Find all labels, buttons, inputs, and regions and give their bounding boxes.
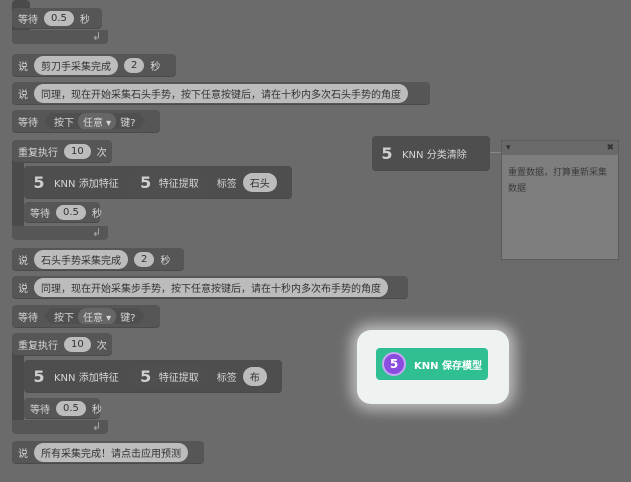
say-seconds-input[interactable]: 2 [124, 57, 145, 73]
note-header[interactable]: ▾ ✖ [502, 141, 618, 155]
block-label: 等待 [18, 117, 38, 129]
tag-label: 标签 [216, 372, 237, 384]
tag-input[interactable]: 布 [242, 366, 267, 386]
repeat-block-1[interactable]: 重复执行 10 次 [12, 140, 112, 162]
say-text-input[interactable]: 所有采集完成！请点击应用预测 [34, 442, 188, 462]
comment-note[interactable]: ▾ ✖ 重置数据，打算重新采集数据 [501, 140, 619, 260]
knn-icon: 5 [382, 352, 406, 376]
knn-clear-block[interactable]: 5 KNN 分类清除 [372, 136, 490, 170]
block-label: KNN 保存模型 [414, 360, 482, 372]
press-label: 按下 [54, 312, 74, 324]
repeat-count-input[interactable]: 10 [64, 336, 91, 352]
feature-icon: 5 [140, 172, 152, 192]
block-label: 说 [18, 255, 28, 267]
block-label: KNN 分类清除 [402, 149, 467, 161]
block-label: 等待 [18, 312, 38, 324]
wait-key-block-1[interactable]: 等待 按下 任意 ▾ 键? [12, 110, 160, 132]
feature-extract-reporter[interactable]: 5 特征提取 [125, 364, 211, 388]
block-unit: 秒 [160, 255, 171, 267]
knn-icon: 5 [381, 143, 393, 163]
loop-arrow-icon: ↲ [92, 30, 102, 43]
block-unit: 秒 [91, 208, 102, 220]
block-label: 说 [18, 283, 28, 295]
wait-value-input[interactable]: 0.5 [56, 204, 86, 220]
say-text-input[interactable]: 同理，现在开始采集石头手势，按下任意按键后，请在十秒内多次石头手势的角度 [34, 83, 408, 103]
block-label: 等待 [18, 14, 38, 26]
block-label: 重复执行 [18, 147, 58, 159]
say-block-scissors-done[interactable]: 说 剪刀手采集完成 2 秒 [12, 54, 176, 76]
say-block-rock-done[interactable]: 说 石头手势采集完成 2 秒 [12, 248, 184, 270]
say-block-cloth-prompt[interactable]: 说 同理，现在开始采集步手势，按下任意按键后，请在十秒内多次布手势的角度 [12, 276, 408, 298]
say-block-rock-prompt[interactable]: 说 同理，现在开始采集石头手势，按下任意按键后，请在十秒内多次石头手势的角度 [12, 82, 430, 104]
wait-block-3[interactable]: 等待 0.5 秒 [24, 398, 102, 418]
wait-block-1[interactable]: 等待 0.5 秒 [12, 8, 102, 28]
knn-icon: 5 [33, 366, 45, 386]
repeat-count-input[interactable]: 10 [64, 143, 91, 159]
key-suffix: 键? [120, 312, 136, 324]
say-text-input[interactable]: 剪刀手采集完成 [34, 55, 118, 75]
block-unit: 秒 [79, 14, 90, 26]
block-unit: 次 [96, 147, 107, 159]
repeat-block-2[interactable]: 重复执行 10 次 [12, 333, 112, 355]
knn-save-model-block[interactable]: 5 KNN 保存模型 [376, 348, 488, 380]
block-label: 说 [18, 448, 28, 460]
close-icon[interactable]: ✖ [606, 143, 614, 153]
feature-label: 特征提取 [158, 178, 199, 190]
wait-block-2[interactable]: 等待 0.5 秒 [24, 202, 102, 222]
say-text-input[interactable]: 石头手势采集完成 [34, 249, 128, 269]
block-label: 说 [18, 61, 28, 73]
knn-add-feature-block-1[interactable]: 5 KNN 添加特征 5 特征提取 标签 石头 [24, 166, 292, 198]
tag-label: 标签 [216, 178, 237, 190]
key-pressed-condition[interactable]: 按下 任意 ▾ 键? [44, 113, 146, 129]
block-label: KNN 添加特征 [54, 372, 119, 384]
block-label: 重复执行 [18, 340, 58, 352]
key-dropdown[interactable]: 任意 ▾ [78, 113, 116, 130]
block-unit: 秒 [91, 404, 102, 416]
block-unit: 秒 [150, 61, 161, 73]
note-text[interactable]: 重置数据，打算重新采集数据 [502, 155, 618, 207]
block-unit: 次 [96, 340, 107, 352]
wait-value-input[interactable]: 0.5 [56, 400, 86, 416]
key-dropdown[interactable]: 任意 ▾ [78, 308, 116, 325]
say-seconds-input[interactable]: 2 [134, 251, 155, 267]
say-text-input[interactable]: 同理，现在开始采集步手势，按下任意按键后，请在十秒内多次布手势的角度 [34, 277, 388, 297]
wait-value-input[interactable]: 0.5 [44, 10, 74, 26]
block-label: KNN 添加特征 [54, 178, 119, 190]
block-label: 等待 [30, 404, 50, 416]
feature-icon: 5 [140, 366, 152, 386]
loop-arrow-icon: ↲ [92, 420, 102, 433]
key-suffix: 键? [120, 117, 136, 129]
knn-icon: 5 [33, 172, 45, 192]
collapse-icon[interactable]: ▾ [506, 143, 511, 153]
loop-arrow-icon: ↲ [92, 226, 102, 239]
tag-input[interactable]: 石头 [242, 172, 277, 192]
feature-extract-reporter[interactable]: 5 特征提取 [125, 170, 211, 194]
block-label: 等待 [30, 208, 50, 220]
press-label: 按下 [54, 117, 74, 129]
wait-key-block-2[interactable]: 等待 按下 任意 ▾ 键? [12, 305, 160, 327]
knn-add-feature-block-2[interactable]: 5 KNN 添加特征 5 特征提取 标签 布 [24, 360, 282, 392]
key-pressed-condition[interactable]: 按下 任意 ▾ 键? [44, 308, 146, 324]
feature-label: 特征提取 [158, 372, 199, 384]
say-block-all-done[interactable]: 说 所有采集完成！请点击应用预测 [12, 441, 204, 463]
block-label: 说 [18, 89, 28, 101]
